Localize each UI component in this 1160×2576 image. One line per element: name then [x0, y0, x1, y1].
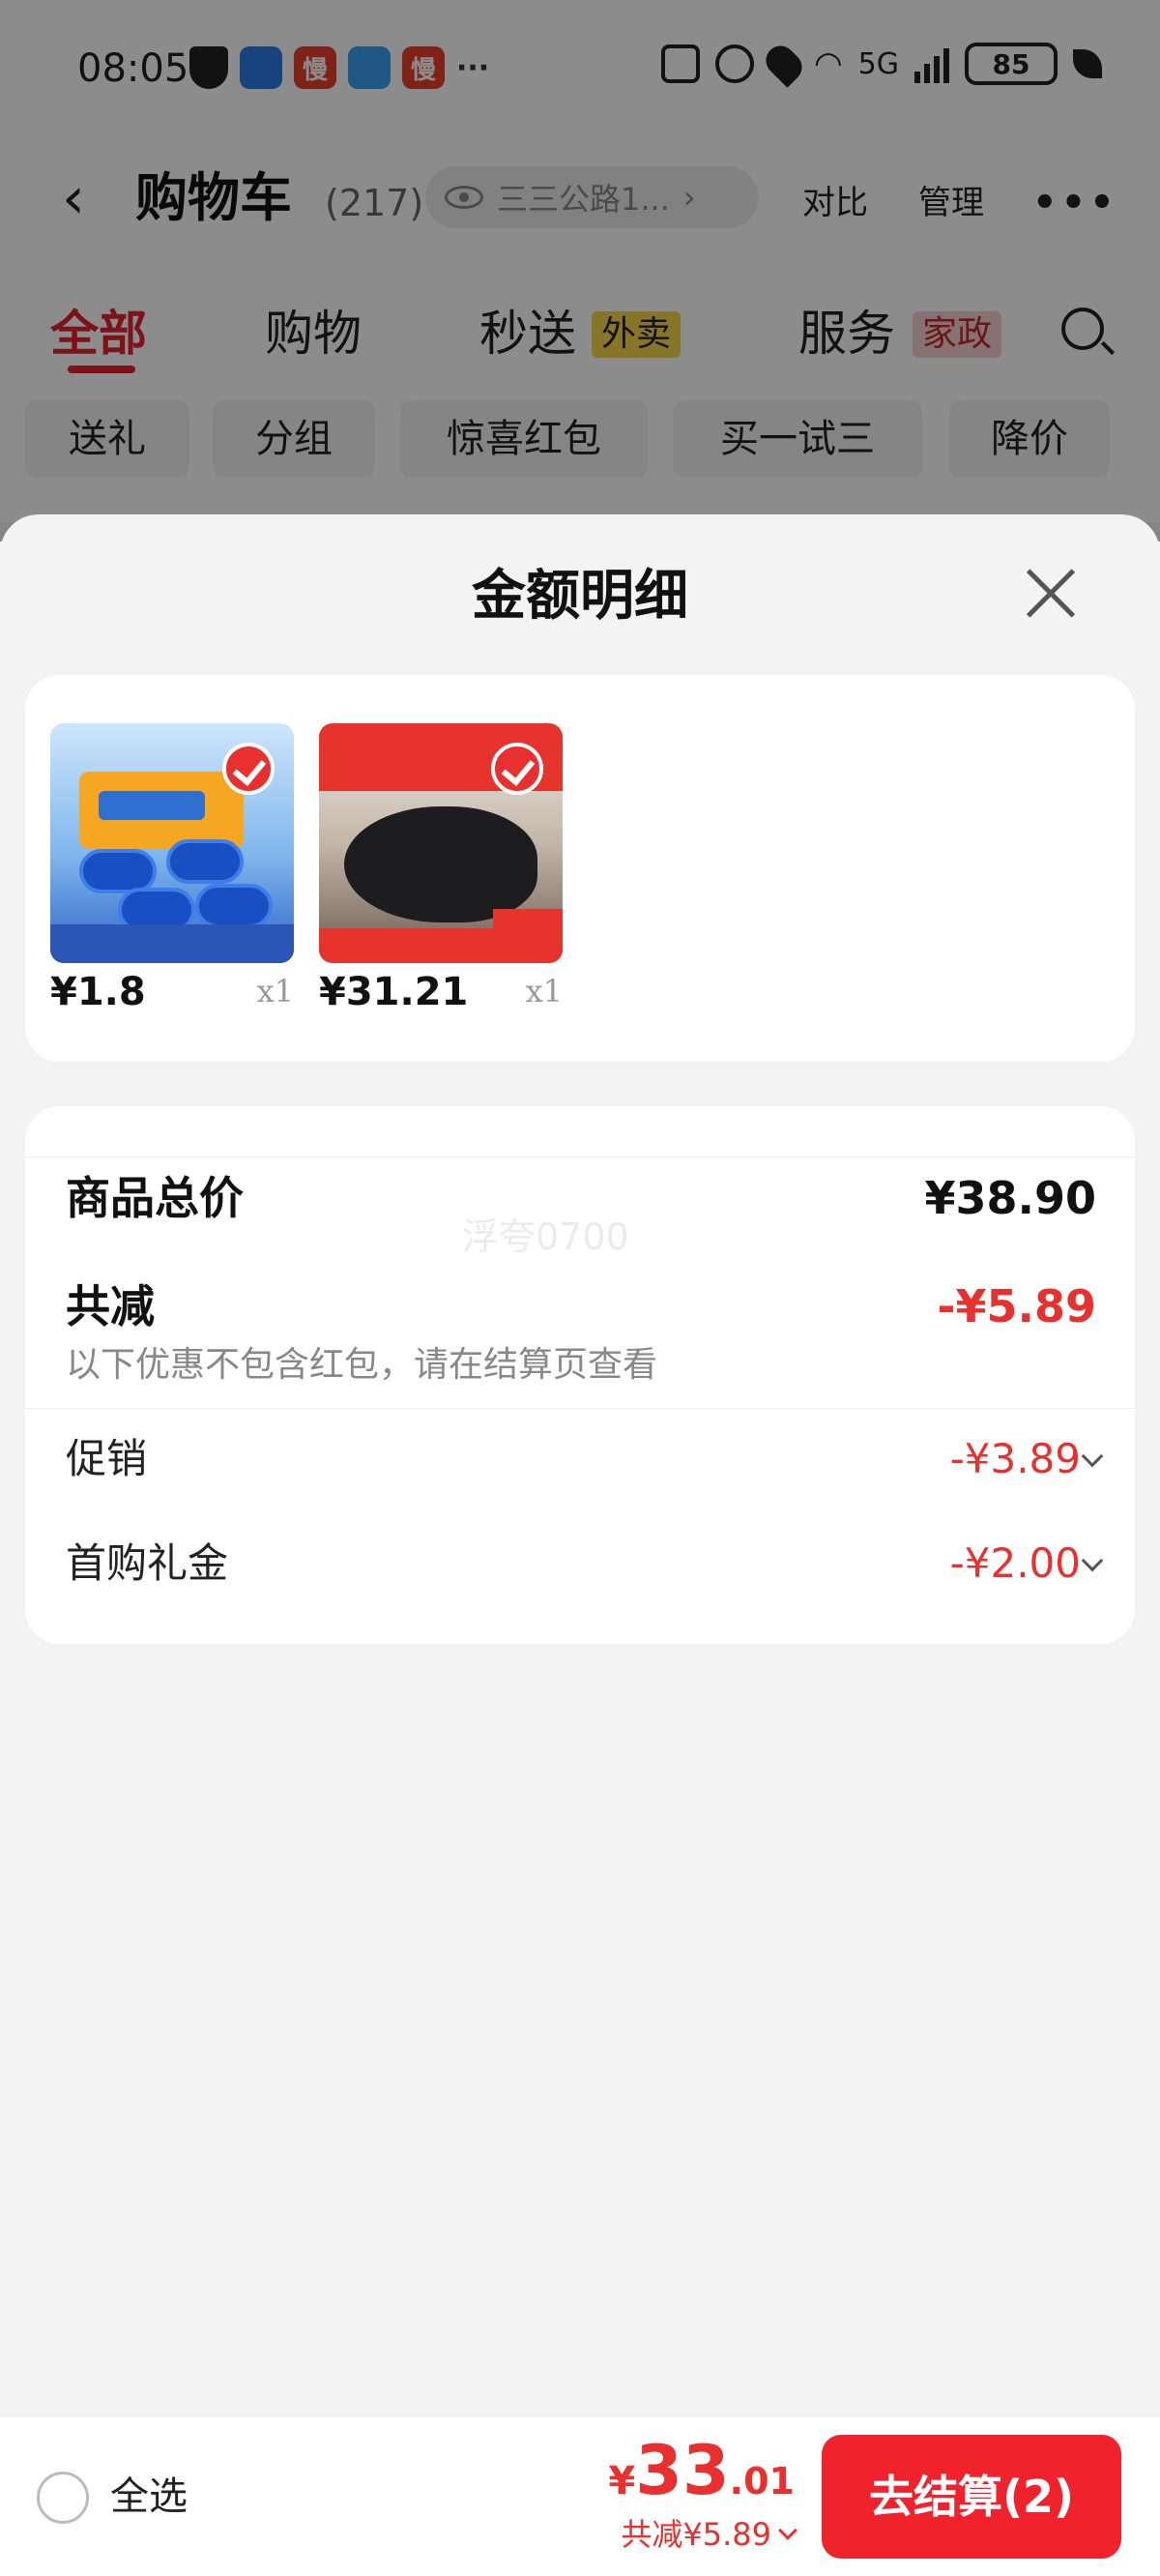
checkout-button[interactable]: 去结算(2) [822, 2435, 1121, 2559]
total-decimal: .01 [729, 2460, 795, 2503]
sheet-title: 金额明细 [472, 565, 688, 628]
amount-details-sheet: 金额明细 ¥1.8 x1 ¥31.21 x1 浮夸0700 商品总价 ¥38.9… [0, 514, 1160, 2417]
discount-label: 共减 [66, 1280, 155, 1332]
product-item[interactable]: ¥31.21 x1 [319, 723, 563, 1014]
total-price-label: 商品总价 [66, 1172, 244, 1224]
product-quantity: x1 [256, 973, 294, 1010]
promotion-label: 促销 [66, 1435, 148, 1482]
product-price: ¥31.21 [319, 970, 469, 1014]
modal-backdrop[interactable] [0, 0, 1160, 542]
product-image-black-chicken [319, 723, 563, 963]
first-purchase-gift-value[interactable]: -¥2.00 [950, 1530, 1081, 1597]
checked-icon[interactable] [491, 743, 543, 795]
discount-summary[interactable]: 共减¥5.89 [621, 2512, 798, 2557]
product-image-toilet-cleaner [50, 723, 294, 963]
select-all-label[interactable]: 全选 [110, 2466, 188, 2528]
discount-note: 以下优惠不包含红包，请在结算页查看 [66, 1345, 658, 1385]
discount-value: -¥5.89 [937, 1280, 1096, 1332]
promotion-value[interactable]: -¥3.89 [950, 1425, 1081, 1493]
first-purchase-gift-label: 首购礼金 [66, 1539, 229, 1587]
chevron-down-icon[interactable] [1081, 1549, 1104, 1572]
checked-icon[interactable] [222, 743, 275, 795]
select-all-checkbox[interactable] [37, 2472, 89, 2524]
total-price-value: ¥38.90 [924, 1172, 1096, 1224]
product-price: ¥1.8 [50, 970, 146, 1014]
selected-products-card: ¥1.8 x1 ¥31.21 x1 [25, 675, 1135, 1062]
close-icon[interactable] [1021, 565, 1079, 623]
total-amount: ¥ 33 .01 [608, 2431, 795, 2510]
price-summary-card: 浮夸0700 商品总价 ¥38.90 共减 -¥5.89 以下优惠不包含红包，请… [25, 1106, 1135, 1644]
chevron-down-icon[interactable] [1081, 1445, 1104, 1468]
product-item[interactable]: ¥1.8 x1 [50, 723, 294, 1014]
checkout-bar: 全选 ¥ 33 .01 共减¥5.89 去结算(2) [0, 2417, 1160, 2576]
product-quantity: x1 [525, 973, 563, 1010]
discount-summary-text: 共减¥5.89 [621, 2516, 771, 2553]
divider [25, 1408, 1135, 1409]
divider [25, 1156, 1135, 1157]
watermark: 浮夸0700 [462, 1215, 629, 1258]
total-integer: 33 [635, 2431, 730, 2510]
chevron-down-icon [778, 2521, 798, 2540]
currency-symbol: ¥ [608, 2459, 636, 2503]
